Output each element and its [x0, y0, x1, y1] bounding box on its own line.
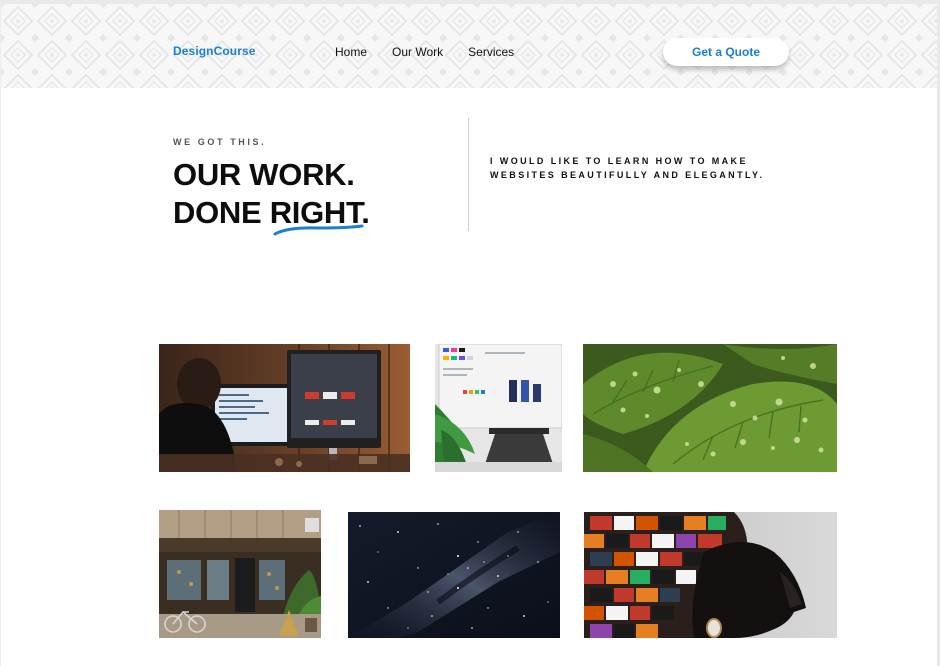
headline-line-2-prefix: DONE — [173, 195, 270, 230]
gallery-photo-storefront[interactable] — [159, 510, 321, 638]
main-nav: Home Our Work Services — [335, 45, 514, 59]
site-logo[interactable]: DesignCourse — [173, 44, 256, 58]
get-a-quote-button[interactable]: Get a Quote — [663, 38, 789, 66]
hero-divider — [468, 118, 469, 231]
gallery-photo-woman-headwrap[interactable] — [584, 512, 837, 638]
hero-headline: OUR WORK. DONE RIGHT. — [173, 156, 370, 232]
headline-underline-swoosh — [273, 224, 364, 236]
nav-our-work-link[interactable]: Our Work — [392, 45, 443, 59]
hero-tagline: I WOULD LIKE TO LEARN HOW TO MAKE WEBSIT… — [490, 156, 765, 180]
site-header: DesignCourse Home Our Work Services Get … — [1, 4, 937, 88]
gallery-photo-milky-way[interactable] — [348, 512, 560, 638]
headline-line-1: OUR WORK. — [173, 157, 355, 192]
gallery-photo-wet-green-leaves[interactable] — [583, 344, 837, 472]
nav-home-link[interactable]: Home — [335, 45, 367, 59]
gallery-photo-man-at-computer[interactable] — [159, 344, 410, 472]
hero-eyebrow: WE GOT THIS. — [173, 137, 267, 147]
gallery-photo-monitor-with-plant[interactable] — [435, 344, 562, 472]
nav-services-link[interactable]: Services — [468, 45, 514, 59]
